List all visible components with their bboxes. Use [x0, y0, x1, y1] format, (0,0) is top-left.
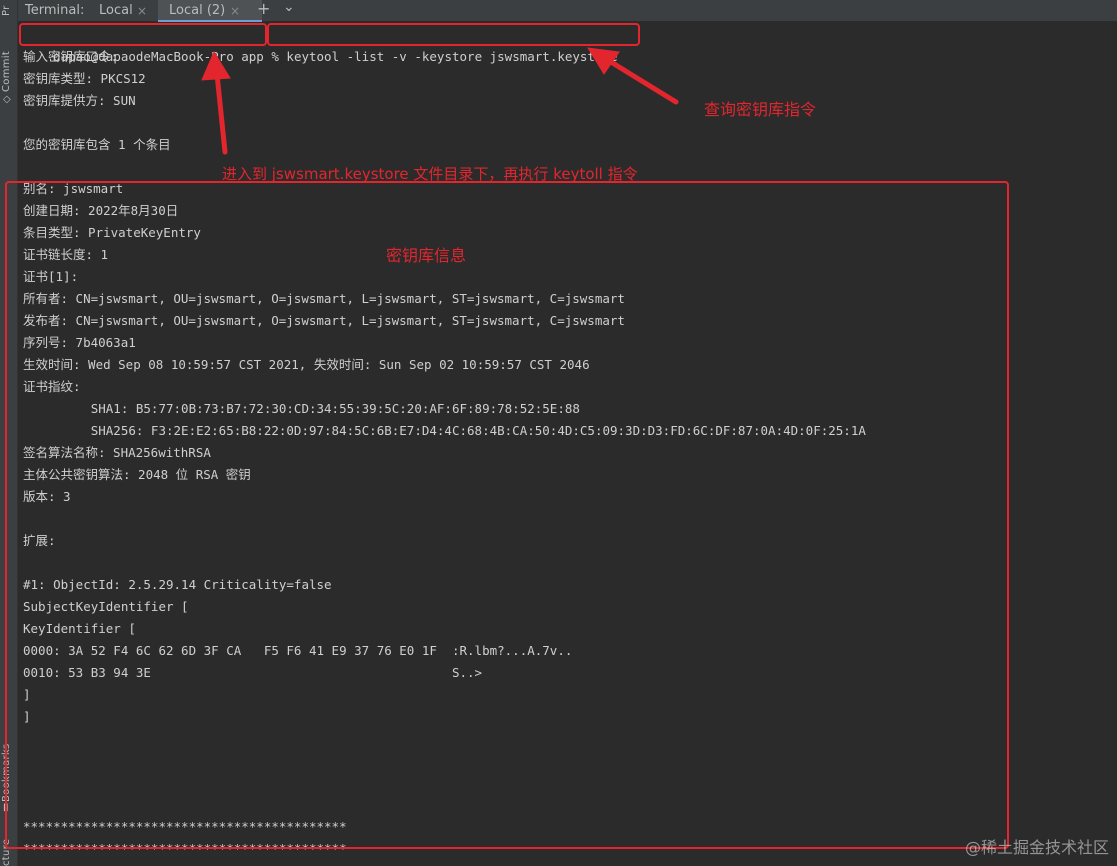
watermark: @稀土掘金技术社区: [964, 838, 1109, 857]
arrow-to-command-head: [587, 47, 620, 75]
arrow-up-head: [201, 50, 231, 81]
annotation-arrows: [201, 47, 679, 155]
arrow-to-command: [608, 59, 679, 105]
arrow-up-to-prompt: [214, 71, 228, 155]
